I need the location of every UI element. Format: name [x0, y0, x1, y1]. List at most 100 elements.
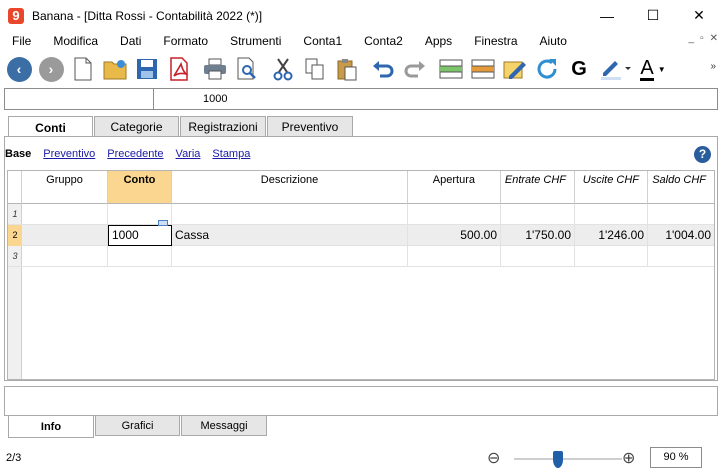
cell-value-field[interactable]: 1000: [154, 89, 227, 109]
cell-saldo[interactable]: [648, 204, 714, 225]
cell-saldo[interactable]: [648, 246, 714, 267]
paste-button[interactable]: [334, 56, 360, 82]
zoom-slider-thumb[interactable]: [552, 451, 563, 468]
column-header-gruppo[interactable]: Gruppo: [22, 171, 108, 204]
doc-restore-button[interactable]: ▫: [700, 33, 704, 44]
delete-row-button[interactable]: [470, 56, 496, 82]
cell-entrate[interactable]: [501, 204, 575, 225]
toolbar-overflow-button[interactable]: »: [710, 61, 716, 72]
menu-file[interactable]: File: [0, 34, 41, 48]
column-header-entrate[interactable]: Entrate CHF: [501, 171, 575, 204]
menu-dati[interactable]: Dati: [108, 34, 151, 48]
cut-icon: [273, 58, 293, 81]
cell-conto[interactable]: [108, 246, 172, 267]
copy-icon: [305, 58, 324, 80]
cell-saldo[interactable]: 1'004.00: [648, 225, 714, 246]
pdf-icon: [170, 57, 189, 81]
new-file-button[interactable]: [70, 56, 96, 82]
info-pane: [4, 386, 718, 416]
column-header-descrizione[interactable]: Descrizione: [172, 171, 408, 204]
column-header-conto[interactable]: Conto: [108, 171, 172, 204]
menu-modifica[interactable]: Modifica: [41, 34, 108, 48]
tab-registrazioni[interactable]: Registrazioni: [180, 116, 266, 137]
open-file-button[interactable]: [102, 56, 128, 82]
tab-categorie[interactable]: Categorie: [94, 116, 179, 137]
cell-conto-active[interactable]: 1000: [108, 225, 172, 246]
doc-minimize-button[interactable]: _: [689, 33, 695, 44]
paste-icon: [337, 59, 357, 81]
menu-finestra[interactable]: Finestra: [462, 34, 527, 48]
cell-uscite[interactable]: [575, 204, 648, 225]
zoom-in-icon[interactable]: ⊕: [622, 448, 635, 468]
view-stampa[interactable]: Stampa: [212, 148, 250, 160]
print-preview-button[interactable]: [234, 56, 260, 82]
cut-button[interactable]: [270, 56, 296, 82]
cell-editor-bar: 1000: [4, 88, 718, 110]
view-preventivo[interactable]: Preventivo: [43, 148, 95, 160]
cell-gruppo[interactable]: [22, 246, 108, 267]
menu-conta1[interactable]: Conta1: [291, 34, 352, 48]
menu-aiuto[interactable]: Aiuto: [528, 34, 577, 48]
cell-uscite[interactable]: [575, 246, 648, 267]
tab-conti[interactable]: Conti: [8, 116, 93, 138]
cell-reference-field[interactable]: [5, 89, 154, 109]
help-icon[interactable]: ?: [694, 146, 711, 163]
tab-grafici[interactable]: Grafici: [95, 416, 180, 436]
cell-descrizione[interactable]: [172, 204, 408, 225]
bold-button[interactable]: G: [566, 56, 592, 82]
new-file-icon: [74, 57, 92, 81]
doc-close-button[interactable]: ✕: [710, 33, 718, 44]
title-bar: 9 Banana - [Ditta Rossi - Contabilità 20…: [0, 0, 722, 31]
view-precedente[interactable]: Precedente: [107, 148, 163, 160]
back-button[interactable]: ‹: [6, 56, 32, 82]
view-base[interactable]: Base: [5, 148, 31, 160]
cell-apertura[interactable]: [408, 204, 501, 225]
column-header-saldo[interactable]: Saldo CHF: [648, 171, 714, 204]
recalculate-button[interactable]: [534, 56, 560, 82]
cell-uscite[interactable]: 1'246.00: [575, 225, 648, 246]
cell-entrate[interactable]: [501, 246, 575, 267]
tab-preventivo[interactable]: Preventivo: [267, 116, 353, 137]
view-varia[interactable]: Varia: [176, 148, 201, 160]
zoom-level-field[interactable]: 90 %: [650, 447, 702, 468]
recalculate-icon: [537, 59, 557, 79]
tab-info[interactable]: Info: [8, 416, 94, 438]
zoom-slider-track[interactable]: [514, 458, 622, 460]
menu-formato[interactable]: Formato: [151, 34, 218, 48]
highlight-button[interactable]: [598, 56, 632, 82]
print-button[interactable]: [202, 56, 228, 82]
cell-apertura[interactable]: 500.00: [408, 225, 501, 246]
menu-apps[interactable]: Apps: [413, 34, 462, 48]
redo-button[interactable]: [402, 56, 428, 82]
add-row-button[interactable]: [438, 56, 464, 82]
copy-button[interactable]: [302, 56, 328, 82]
cell-entrate[interactable]: 1'750.00: [501, 225, 575, 246]
cell-descrizione[interactable]: Cassa: [172, 225, 408, 246]
maximize-button[interactable]: ☐: [630, 0, 676, 31]
pdf-button[interactable]: [166, 56, 192, 82]
close-button[interactable]: ✕: [676, 0, 722, 31]
cell-gruppo[interactable]: [22, 225, 108, 246]
table-row-selected[interactable]: 2 1000 Cassa 500.00 1'750.00 1'246.00 1'…: [8, 225, 714, 246]
cell-descrizione[interactable]: [172, 246, 408, 267]
toolbar: ‹ › G A ▼ »: [0, 53, 722, 85]
save-button[interactable]: [134, 56, 160, 82]
table-row[interactable]: 3: [8, 246, 714, 267]
undo-button[interactable]: [370, 56, 396, 82]
column-header-apertura[interactable]: Apertura: [408, 171, 501, 204]
minimize-button[interactable]: —: [584, 0, 630, 31]
column-header-uscite[interactable]: Uscite CHF: [575, 171, 648, 204]
tab-messaggi[interactable]: Messaggi: [181, 416, 267, 436]
window-title: Banana - [Ditta Rossi - Contabilità 2022…: [32, 8, 263, 23]
zoom-out-icon[interactable]: ⊖: [487, 448, 500, 468]
table-row[interactable]: 1: [8, 204, 714, 225]
menu-strumenti[interactable]: Strumenti: [218, 34, 291, 48]
menu-conta2[interactable]: Conta2: [352, 34, 413, 48]
window-controls: — ☐ ✕: [584, 0, 722, 31]
font-color-button[interactable]: A ▼: [638, 56, 668, 82]
edit-button[interactable]: [502, 56, 528, 82]
cell-apertura[interactable]: [408, 246, 501, 267]
accounts-table: Gruppo Conto Descrizione Apertura Entrat…: [7, 170, 715, 380]
forward-button[interactable]: ›: [38, 56, 64, 82]
cell-gruppo[interactable]: [22, 204, 108, 225]
